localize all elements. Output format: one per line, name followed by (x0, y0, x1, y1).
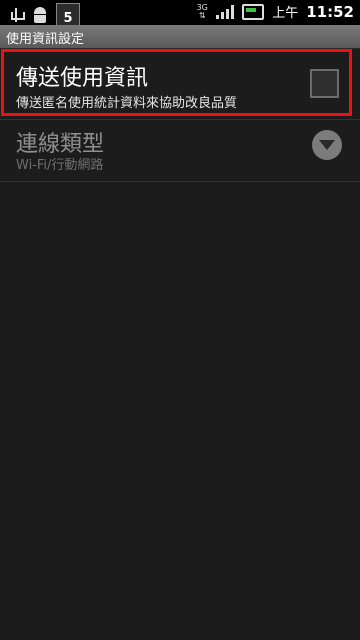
connection-type-subtitle: Wi-Fi/行動網路 (16, 158, 104, 173)
divider (0, 181, 360, 182)
usb-icon (8, 6, 25, 24)
notification-number: 5 (63, 11, 73, 26)
network-type-icon: 3G ⇅ (196, 2, 208, 20)
android-debug-icon (32, 6, 48, 24)
notification-icon[interactable]: 5 (56, 3, 80, 27)
connection-type-setting[interactable]: 連線類型 Wi-Fi/行動網路 (0, 120, 360, 182)
highlight-box (1, 49, 352, 116)
signal-icon (216, 4, 235, 19)
chevron-down-icon[interactable] (312, 130, 342, 160)
status-bar: 5 3G ⇅ 上午 11:52 (0, 0, 360, 27)
battery-icon (242, 3, 265, 20)
network-type-label: 3G (196, 2, 208, 12)
page-title: 使用資訊設定 (6, 32, 85, 47)
title-bar: 使用資訊設定 (0, 25, 360, 49)
clock-time: 11:52 (306, 2, 354, 21)
clock-ampm: 上午 (272, 6, 299, 21)
